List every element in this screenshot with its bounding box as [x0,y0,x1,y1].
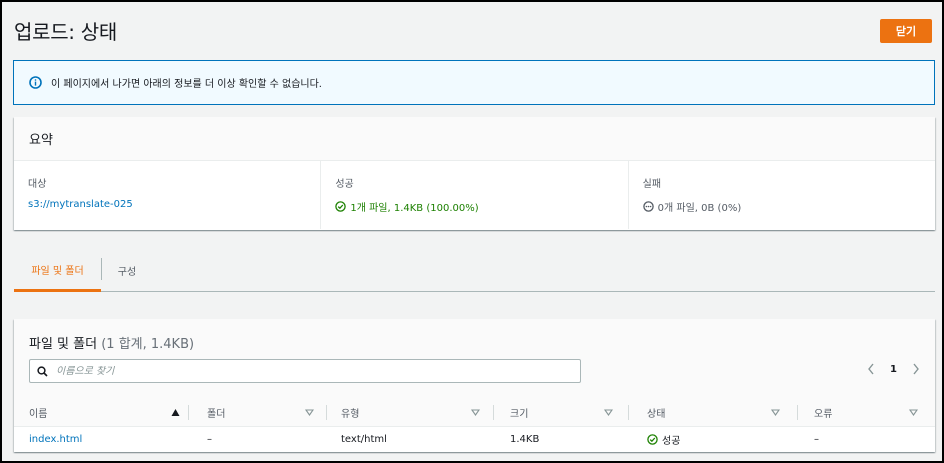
cell-folder: – [207,434,212,445]
info-icon [29,76,42,89]
files-panel: 파일 및 폴더 (1 합계, 1.4KB) 1 [14,319,935,452]
files-title-wrap: 파일 및 폴더 (1 합계, 1.4KB) [29,333,194,352]
summary-panel: 요약 대상 s3://mytranslate-025 성공 1개 파일, 1.4… [14,117,935,230]
info-alert: 이 페이지에서 나가면 아래의 정보를 더 이상 확인할 수 없습니다. [13,60,935,105]
summary-destination: 대상 s3://mytranslate-025 [14,161,320,229]
cell-size: 1.4KB [510,434,540,445]
sort-ascending-icon [171,408,180,417]
sort-icon [305,408,314,417]
pagination: 1 [866,362,921,376]
search-box [29,359,581,383]
status-text: 성공 [662,436,681,447]
column-separator [628,405,629,420]
files-title: 파일 및 폴더 [29,337,98,352]
check-circle-icon [335,201,347,212]
column-header-type[interactable]: 유형 [326,398,488,427]
column-label: 폴더 [207,409,226,420]
files-count: (1 합계, 1.4KB) [101,337,195,352]
summary-header: 요약 [14,117,935,161]
column-label: 크기 [510,409,529,420]
current-page[interactable]: 1 [890,364,897,375]
tab-bar: 파일 및 폴더 구성 [14,249,935,292]
column-label: 상태 [647,409,666,420]
close-button[interactable]: 닫기 [880,19,932,43]
cell-error: – [814,434,819,445]
column-label: 이름 [29,409,48,420]
failed-value: 0개 파일, 0B (0%) [657,203,742,214]
cell-type: text/html [341,434,387,445]
sort-icon [771,408,780,417]
files-header: 파일 및 폴더 (1 합계, 1.4KB) 1 [14,319,935,398]
failed-value-wrap: 0개 파일, 0B (0%) [642,199,935,214]
column-label: 유형 [341,409,360,420]
succeeded-value-wrap: 1개 파일, 1.4KB (100.00%) [335,199,627,214]
search-icon [37,365,48,377]
column-label: 오류 [814,409,833,420]
destination-value-wrap: s3://mytranslate-025 [28,199,320,210]
destination-link[interactable]: s3://mytranslate-025 [28,199,133,210]
cell-status: 성공 [632,427,680,452]
search-input[interactable] [56,365,556,377]
chevron-right-icon[interactable] [911,362,921,376]
tab-configuration[interactable]: 구성 [102,249,152,291]
app-window: 업로드: 상태 닫기 이 페이지에서 나가면 아래의 정보를 더 이상 확인할 … [0,0,944,463]
table-row: index.html – text/html 1.4KB 성공 – [14,427,935,452]
sort-icon [909,408,918,417]
summary-columns: 대상 s3://mytranslate-025 성공 1개 파일, 1.4KB … [14,161,935,229]
sort-icon [471,408,480,417]
summary-failed: 실패 0개 파일, 0B (0%) [627,161,935,229]
cell-name: index.html [14,427,82,452]
summary-title: 요약 [29,133,53,148]
column-header-name[interactable]: 이름 [14,398,188,427]
destination-label: 대상 [28,179,47,190]
dots-circle-icon [642,201,654,212]
succeeded-label: 성공 [335,179,354,190]
column-header-size[interactable]: 크기 [495,398,621,427]
file-link[interactable]: index.html [29,434,82,445]
column-header-folder[interactable]: 폴더 [192,398,322,427]
column-header-error[interactable]: 오류 [799,398,926,427]
summary-succeeded: 성공 1개 파일, 1.4KB (100.00%) [320,161,627,229]
alert-text: 이 페이지에서 나가면 아래의 정보를 더 이상 확인할 수 없습니다. [51,79,322,90]
succeeded-value: 1개 파일, 1.4KB (100.00%) [350,203,479,214]
page-title: 업로드: 상태 [14,20,117,44]
table-header: 이름 폴더 유형 크기 상태 오류 [14,398,935,427]
sort-icon [604,408,613,417]
tab-files-and-folders[interactable]: 파일 및 폴더 [14,249,101,292]
column-separator [797,405,798,420]
check-circle-icon [647,434,658,445]
column-separator [493,405,494,420]
column-header-status[interactable]: 상태 [632,398,788,427]
column-separator [188,405,189,420]
chevron-left-icon[interactable] [866,362,876,376]
page-header: 업로드: 상태 닫기 [14,16,932,46]
failed-label: 실패 [642,179,662,190]
